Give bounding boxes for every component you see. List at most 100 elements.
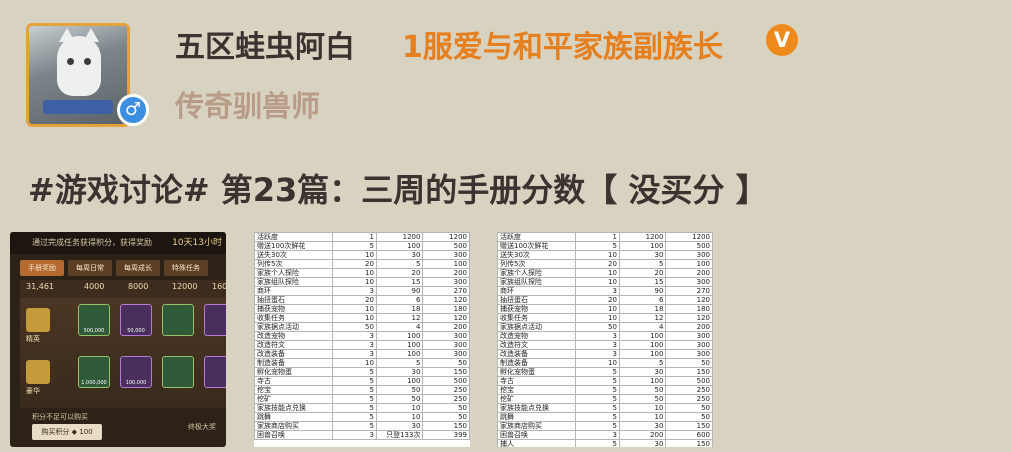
- value-cell: 20: [574, 295, 620, 305]
- image-thumbnail-sheet-2[interactable]: 活跃度 1 1200 1200 赠送100次鲜花 5 100 500 送失30次 10 30 300 列…: [497, 232, 713, 447]
- table-row: 家族组队探险 10 15 300: [497, 277, 713, 287]
- value-cell: 5: [574, 403, 620, 413]
- value-cell: 250: [422, 385, 470, 395]
- value-cell: 300: [665, 277, 713, 287]
- reward-item-value: 500,000: [83, 328, 105, 334]
- task-name-cell: 跳舞: [254, 412, 333, 422]
- value-cell: 18: [618, 304, 667, 314]
- value-cell: 10: [331, 304, 377, 314]
- value-cell: 50: [574, 322, 620, 332]
- value-cell: 5: [331, 403, 377, 413]
- task-name-cell: 抽扭蛋石: [497, 295, 576, 305]
- table-row: 改造宠物 3 100 300: [254, 331, 470, 341]
- task-name-cell: 改造宠物: [497, 331, 576, 341]
- table-row: 寺古 5 100 500: [254, 376, 470, 386]
- table-row: 家族据点活动 50 4 200: [497, 322, 713, 332]
- value-cell: 5: [331, 394, 377, 404]
- value-cell: 30: [618, 421, 667, 431]
- value-cell: 300: [665, 340, 713, 350]
- value-cell: 600: [665, 430, 713, 440]
- task-name-cell: 改造装备: [497, 349, 576, 359]
- post-title[interactable]: #游戏讨论# 第23篇：三周的手册分数【 没买分 】: [28, 165, 768, 211]
- value-cell: 300: [665, 331, 713, 341]
- cat-mat: [43, 100, 113, 114]
- value-cell: 300: [422, 349, 470, 359]
- table-row: 困兽召唤 3 只登133次 399: [254, 430, 470, 440]
- value-cell: 120: [422, 295, 470, 305]
- value-cell: 5: [331, 367, 377, 377]
- game-milestone: 8000: [128, 282, 149, 291]
- reward-item-value: 100,000: [125, 380, 147, 386]
- username[interactable]: 五区蛙虫阿白: [175, 22, 355, 66]
- table-row: 送失30次 10 30 300: [254, 250, 470, 260]
- task-name-cell: 活跃度: [254, 232, 333, 242]
- game-footer-label: 积分不足可以购买: [32, 413, 88, 421]
- value-cell: 50: [331, 322, 377, 332]
- task-name-cell: 挖矿: [497, 394, 576, 404]
- buy-points-amount: 100: [79, 428, 93, 436]
- task-name-cell: 赠送100次鲜花: [497, 241, 576, 251]
- value-cell: 50: [422, 403, 470, 413]
- value-cell: 5: [331, 421, 377, 431]
- task-name-cell: 制造装备: [254, 358, 333, 368]
- reward-item-value: 1,000,000: [81, 380, 107, 386]
- task-name-cell: 列传5次: [254, 259, 333, 269]
- task-name-cell: 家族组队探险: [497, 277, 576, 287]
- value-cell: 120: [665, 313, 713, 323]
- value-cell: 399: [422, 430, 470, 440]
- image-thumbnail-sheet-1[interactable]: 活跃度 1 1200 1200 赠送100次鲜花 5 100 500 送失30次 10 30 300 列…: [254, 232, 470, 447]
- value-cell: 100: [618, 349, 667, 359]
- value-cell: 5: [574, 385, 620, 395]
- value-cell: 10: [375, 403, 424, 413]
- table-row: 抽扭蛋石 20 6 120: [254, 295, 470, 305]
- value-cell: 500: [665, 241, 713, 251]
- image-thumbnail-game[interactable]: 通过完成任务获得积分，获得奖励 10天13小时 手册奖励 每周日常 每周成长 特…: [10, 232, 226, 447]
- table-row: 家族技能点兑换 5 10 50: [254, 403, 470, 413]
- value-cell: 10: [574, 250, 620, 260]
- value-cell: 只登133次: [375, 430, 424, 440]
- task-name-cell: 收集任务: [497, 313, 576, 323]
- value-cell: 100: [618, 241, 667, 251]
- task-name-cell: 困兽召唤: [497, 430, 576, 440]
- table-row: 收集任务 10 12 120: [497, 313, 713, 323]
- task-name-cell: 挖宝: [254, 385, 333, 395]
- value-cell: 270: [665, 286, 713, 296]
- table-row: 改造装备 3 100 300: [497, 349, 713, 359]
- value-cell: 5: [375, 259, 424, 269]
- table-row: 捕人 5 30 150: [497, 439, 713, 447]
- value-cell: 10: [331, 250, 377, 260]
- table-row: 商环 3 90 270: [254, 286, 470, 296]
- value-cell: 10: [574, 277, 620, 287]
- value-cell: 200: [422, 268, 470, 278]
- game-header-text: 通过完成任务获得积分，获得奖励: [32, 238, 152, 247]
- cat-eye-right: [84, 58, 91, 65]
- table-row: 改造宠物 3 100 300: [497, 331, 713, 341]
- value-cell: 50: [665, 358, 713, 368]
- game-milestone: 4000: [84, 282, 105, 291]
- task-name-cell: 家族据点活动: [254, 322, 333, 332]
- value-cell: 5: [574, 412, 620, 422]
- task-name-cell: 商环: [497, 286, 576, 296]
- avatar[interactable]: [26, 23, 130, 127]
- game-milestone: 12000: [172, 282, 198, 291]
- value-cell: 30: [375, 421, 424, 431]
- value-cell: 20: [375, 268, 424, 278]
- value-cell: 5: [331, 241, 377, 251]
- value-cell: 180: [422, 304, 470, 314]
- value-cell: 200: [618, 430, 667, 440]
- value-cell: 20: [331, 259, 377, 269]
- value-cell: 10: [331, 268, 377, 278]
- value-cell: 50: [375, 394, 424, 404]
- value-cell: 10: [331, 277, 377, 287]
- task-name-cell: 收集任务: [254, 313, 333, 323]
- task-name-cell: 改造符文: [254, 340, 333, 350]
- value-cell: 3: [331, 430, 377, 440]
- table-row: 挖宝 5 50 250: [254, 385, 470, 395]
- task-name-cell: 捕人: [497, 439, 576, 447]
- table-row: 活跃度 1 1200 1200: [497, 232, 713, 242]
- task-name-cell: 改造符文: [497, 340, 576, 350]
- table-row: 制造装备 10 5 50: [497, 358, 713, 368]
- task-name-cell: 挖宝: [497, 385, 576, 395]
- task-name-cell: 商环: [254, 286, 333, 296]
- task-name-cell: 困兽召唤: [254, 430, 333, 440]
